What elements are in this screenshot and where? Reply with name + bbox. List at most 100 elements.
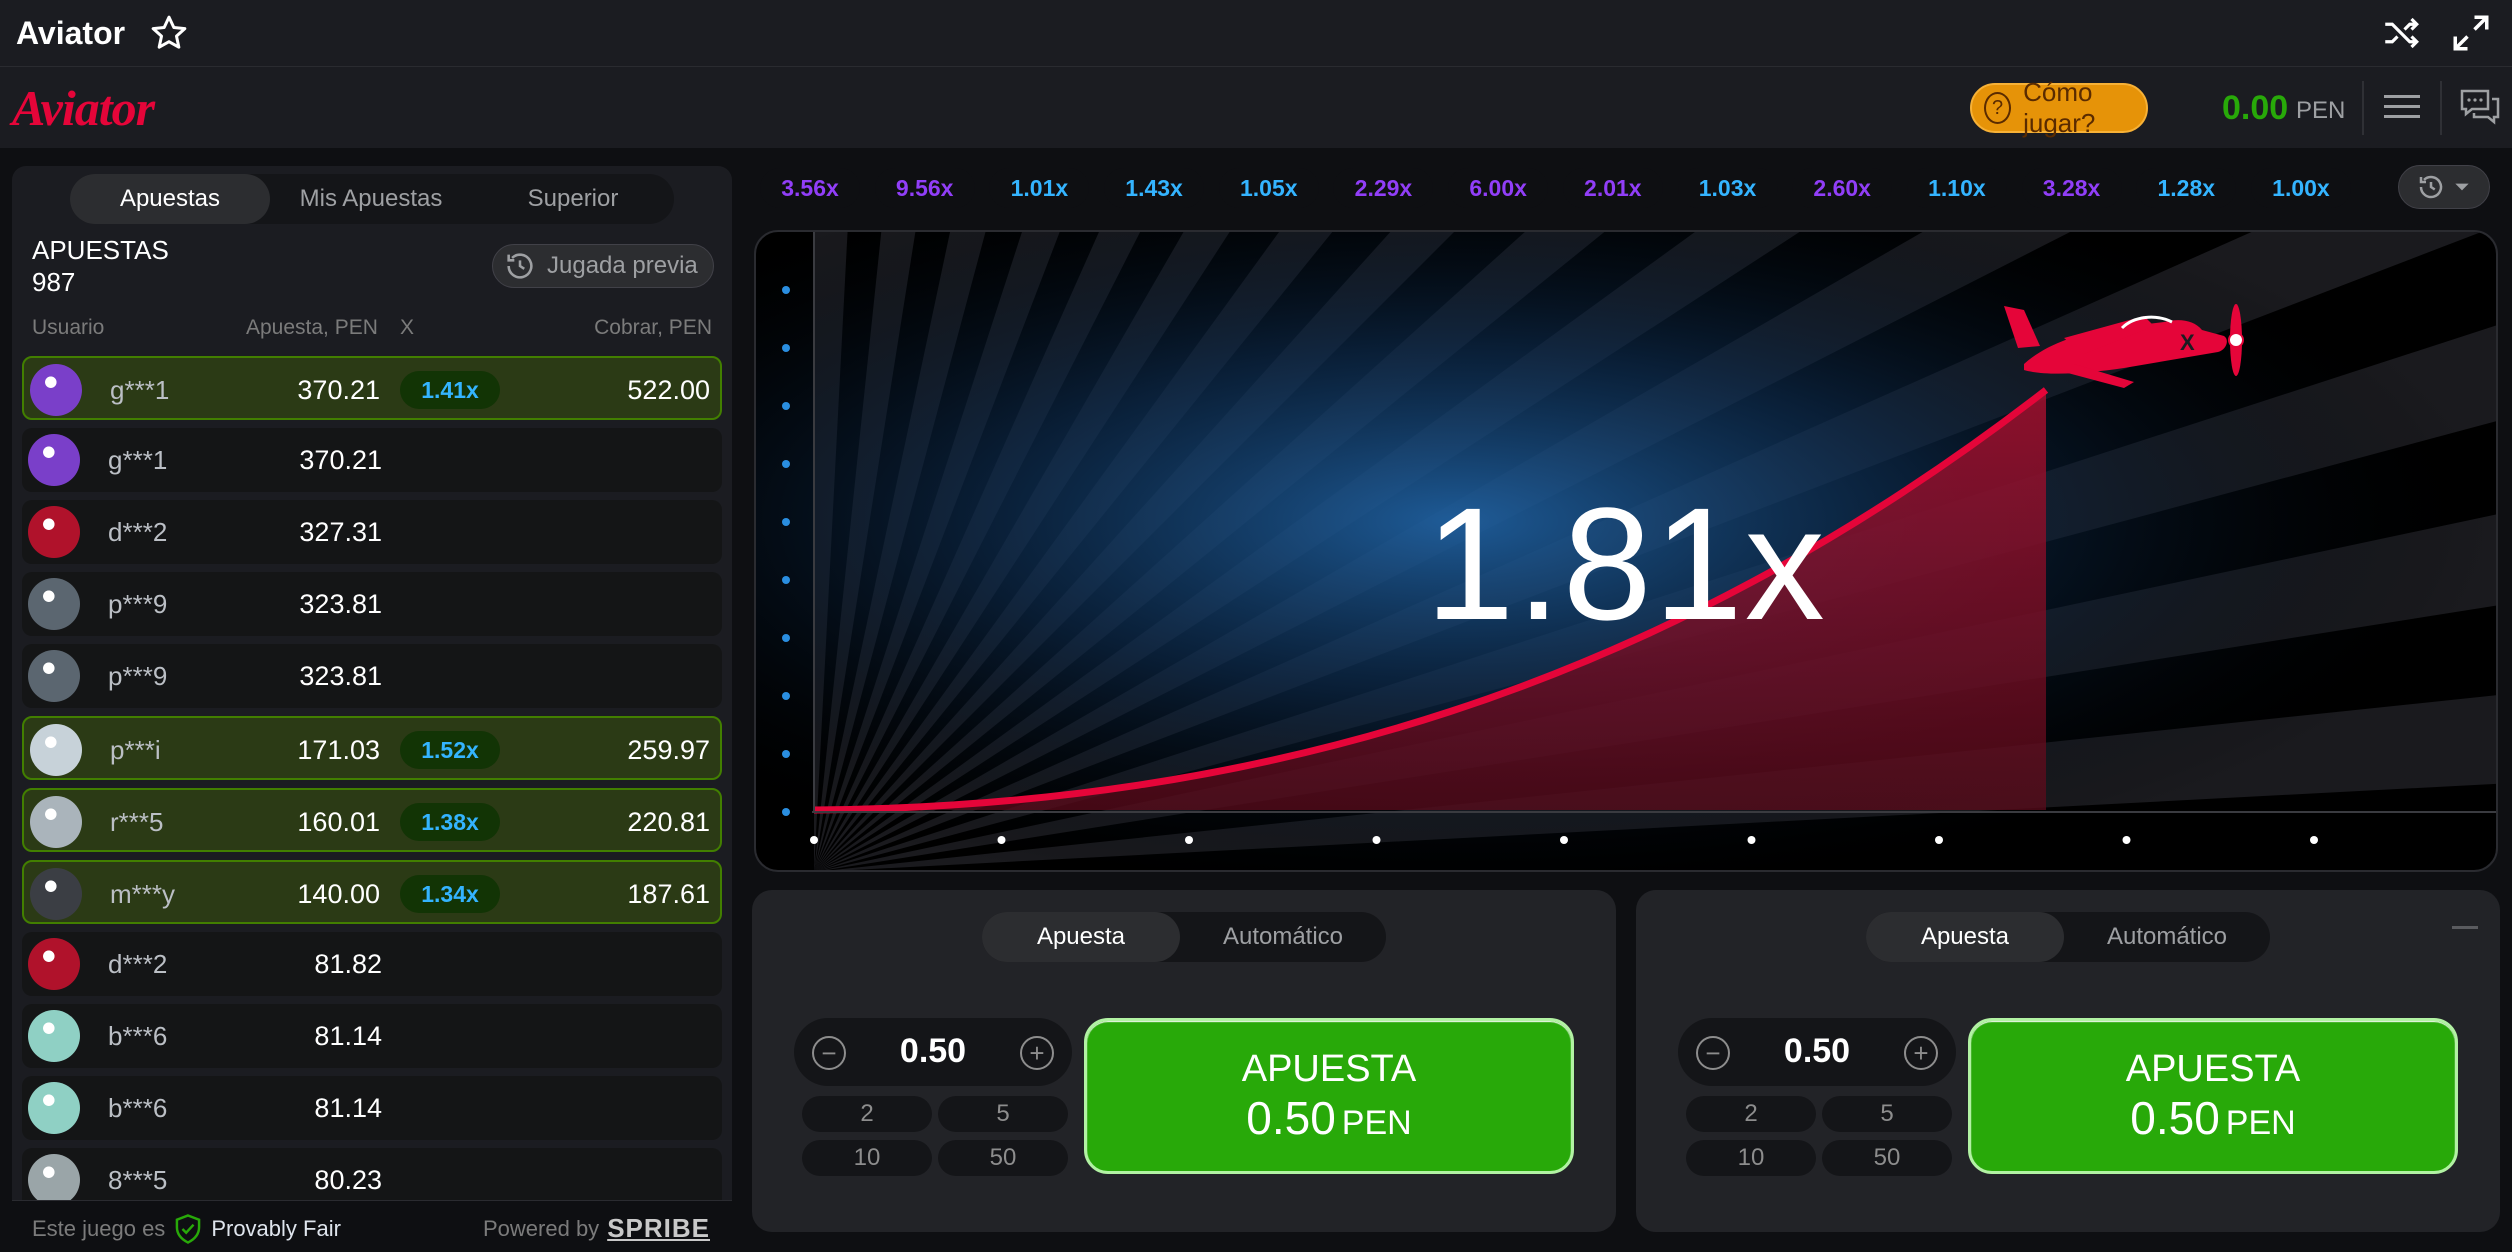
history-multiplier[interactable]: 1.28x <box>2136 168 2237 208</box>
avatar <box>28 650 80 702</box>
row-bet: 140.00 <box>297 879 380 909</box>
svg-text:X: X <box>2180 330 2195 355</box>
row-cashout: 259.97 <box>627 735 710 765</box>
history-multiplier[interactable]: 2.01x <box>1562 168 1663 208</box>
row-username: b***6 <box>108 1093 168 1123</box>
row-bet: 81.14 <box>314 1021 382 1051</box>
tab-auto[interactable]: Automático <box>1180 912 1386 962</box>
bet-row: b***6 81.14 <box>22 1076 722 1140</box>
row-username: p***i <box>110 735 161 765</box>
history-multiplier[interactable]: 1.43x <box>1104 168 1205 208</box>
avatar <box>28 578 80 630</box>
game-canvas: X 1.81x <box>754 230 2498 872</box>
row-bet: 171.03 <box>297 735 380 765</box>
chat-icon[interactable] <box>2458 87 2502 127</box>
history-multiplier[interactable]: 9.56x <box>874 168 975 208</box>
history-multiplier[interactable]: 6.00x <box>1448 168 1549 208</box>
quick-amount-50[interactable]: 50 <box>1822 1140 1952 1176</box>
tab-all-bets[interactable]: Apuestas <box>70 174 270 224</box>
column-multiplier: X <box>400 316 415 339</box>
row-bet: 81.14 <box>314 1093 382 1123</box>
how-to-play-label: Cómo jugar? <box>2023 77 2096 138</box>
quick-amount-2[interactable]: 2 <box>1686 1096 1816 1132</box>
row-bet: 323.81 <box>299 589 382 619</box>
multiplier-history: 3.56x 9.56x 1.01x 1.43x 1.05x 2.29x 6.00x 2.01x… <box>760 162 2500 214</box>
x-axis-dot <box>2310 836 2318 844</box>
quick-amount-2[interactable]: 2 <box>802 1096 932 1132</box>
bet-button-amount: 0.50 <box>2130 1091 2220 1144</box>
tab-bet[interactable]: Apuesta <box>982 912 1180 962</box>
history-multiplier[interactable]: 2.60x <box>1792 168 1893 208</box>
avatar <box>28 1082 80 1134</box>
history-icon <box>507 253 533 279</box>
fullscreen-icon[interactable] <box>2450 12 2492 54</box>
bets-list: g***1 370.21 1.41x 522.00 g***1 370.21 d***2 32… <box>22 356 722 1220</box>
increase-icon[interactable]: + <box>1904 1036 1938 1070</box>
bet-row: m***y 140.00 1.34x 187.61 <box>22 860 722 924</box>
row-username: g***1 <box>110 375 170 405</box>
bet-row: p***i 171.03 1.52x 259.97 <box>22 716 722 780</box>
tab-bet[interactable]: Apuesta <box>1866 912 2064 962</box>
balance-currency: PEN <box>2296 97 2346 124</box>
history-multiplier[interactable]: 1.03x <box>1677 168 1778 208</box>
title-bar: Aviator <box>0 0 2512 66</box>
tab-my-bets[interactable]: Mis Apuestas <box>270 174 472 224</box>
row-bet: 80.23 <box>314 1165 382 1195</box>
history-multiplier[interactable]: 1.05x <box>1218 168 1319 208</box>
avatar <box>30 724 82 776</box>
bet-row: b***6 81.14 <box>22 1004 722 1068</box>
powered-by: Powered by SPRIBE <box>483 1213 710 1244</box>
place-bet-button[interactable]: APUESTA 0.50 PEN <box>1968 1018 2458 1174</box>
row-bet: 370.21 <box>299 445 382 475</box>
history-multiplier[interactable]: 3.28x <box>2021 168 2122 208</box>
row-username: b***6 <box>108 1021 168 1051</box>
increase-icon[interactable]: + <box>1020 1036 1054 1070</box>
row-username: g***1 <box>108 445 168 475</box>
shuffle-icon[interactable] <box>2380 12 2422 54</box>
history-multiplier[interactable]: 1.10x <box>1906 168 2007 208</box>
bets-count: 987 <box>32 267 76 297</box>
bet-panel-1: Apuesta Automático − 0.50 + 2 5 10 50 AP… <box>752 890 1616 1232</box>
remove-panel-button[interactable] <box>2452 926 2478 929</box>
quick-amount-5[interactable]: 5 <box>1822 1096 1952 1132</box>
y-axis-dot <box>782 460 790 468</box>
bet-button-currency: PEN <box>2225 1103 2296 1142</box>
header-divider <box>2440 81 2442 135</box>
history-multiplier[interactable]: 1.00x <box>2250 168 2351 208</box>
x-axis-dot <box>2498 836 2499 844</box>
avatar <box>28 434 80 486</box>
question-icon: ? <box>1984 92 2012 124</box>
tab-auto[interactable]: Automático <box>2064 912 2270 962</box>
history-multiplier[interactable]: 2.29x <box>1333 168 1434 208</box>
row-bet: 370.21 <box>297 375 380 405</box>
favorite-star-icon[interactable] <box>149 13 189 53</box>
tab-top[interactable]: Superior <box>472 174 674 224</box>
history-multiplier[interactable]: 3.56x <box>760 168 860 208</box>
provably-fair-link[interactable]: Este juego es Provably Fair <box>32 1213 341 1245</box>
avatar <box>28 1154 80 1206</box>
menu-icon[interactable] <box>2382 91 2422 123</box>
avatar <box>30 364 82 416</box>
bet-button-amount-line: 0.50 PEN <box>1246 1091 1411 1145</box>
x-axis-dot <box>1185 836 1193 844</box>
row-username: d***2 <box>108 949 168 979</box>
row-username: m***y <box>110 879 176 909</box>
bet-amount-stepper: − 0.50 + <box>794 1018 1072 1086</box>
quick-amount-5[interactable]: 5 <box>938 1096 1068 1132</box>
bet-row: r***5 160.01 1.38x 220.81 <box>22 788 722 852</box>
history-multiplier[interactable]: 1.01x <box>989 168 1090 208</box>
quick-amount-10[interactable]: 10 <box>1686 1140 1816 1176</box>
quick-amount-10[interactable]: 10 <box>802 1140 932 1176</box>
place-bet-button[interactable]: APUESTA 0.50 PEN <box>1084 1018 1574 1174</box>
quick-amount-50[interactable]: 50 <box>938 1140 1068 1176</box>
bet-row: d***2 81.82 <box>22 932 722 996</box>
app-title: Aviator <box>16 14 126 51</box>
row-username: p***9 <box>108 661 168 691</box>
column-bet: Apuesta, PEN <box>246 316 378 339</box>
how-to-play-button[interactable]: ? Cómo jugar? <box>1970 77 2148 138</box>
history-dropdown-button[interactable] <box>2398 165 2490 209</box>
previous-round-button[interactable]: Jugada previa <box>492 244 714 288</box>
bet-button-currency: PEN <box>1341 1103 1412 1142</box>
bets-panel: Apuestas Mis Apuestas Superior APUESTAS … <box>12 166 732 1252</box>
x-axis-dot <box>1560 836 1568 844</box>
